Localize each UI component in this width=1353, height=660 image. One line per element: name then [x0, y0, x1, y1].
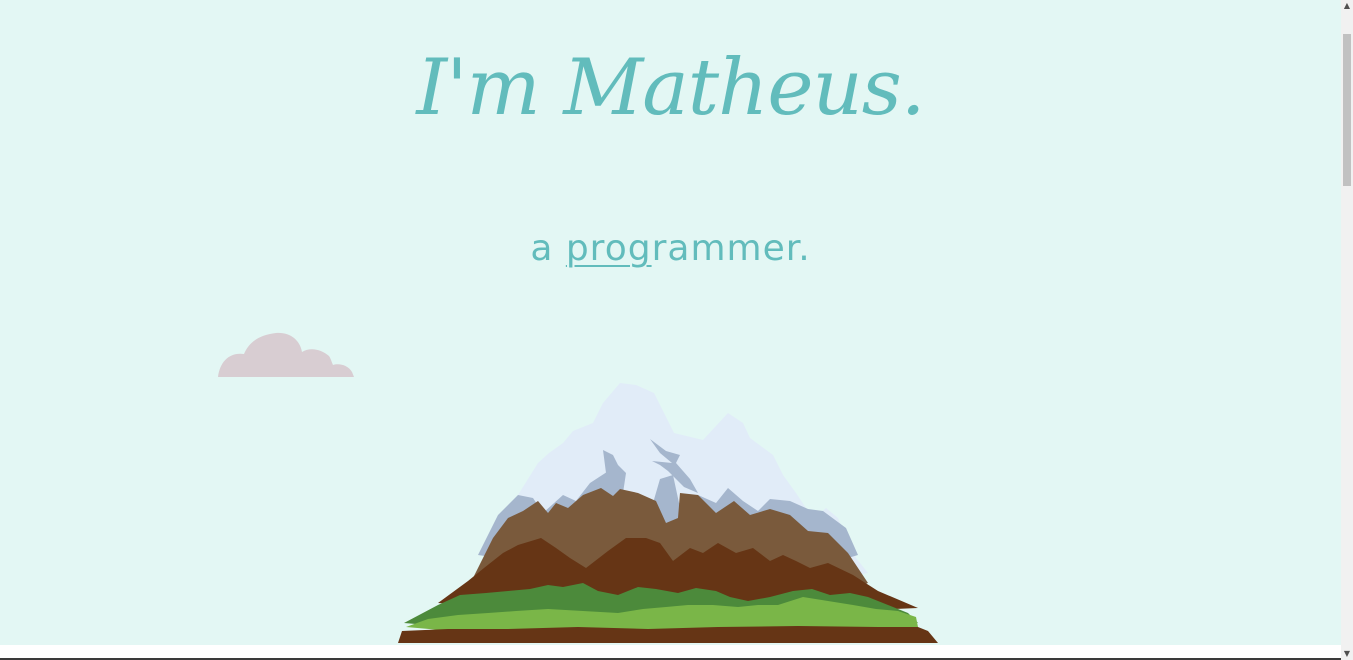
scroll-up-arrow-icon[interactable]: ▲	[1341, 0, 1353, 12]
scroll-down-arrow-icon[interactable]: ▼	[1341, 648, 1353, 660]
page-title: I'm Matheus.	[416, 43, 925, 133]
tagline: a programmer.	[0, 226, 1341, 272]
tagline-rest: rammer.	[651, 228, 811, 269]
page-viewport: I'm Matheus. a programmer.	[0, 0, 1341, 660]
cloud-icon	[218, 332, 354, 377]
vertical-scrollbar[interactable]: ▲ ▼	[1341, 0, 1353, 660]
mountain-illustration	[398, 383, 938, 643]
bottom-strip	[0, 645, 1341, 660]
tagline-prefix: a	[530, 228, 566, 269]
tagline-underlined-word: prog	[565, 228, 652, 269]
scrollbar-thumb[interactable]	[1343, 34, 1351, 186]
